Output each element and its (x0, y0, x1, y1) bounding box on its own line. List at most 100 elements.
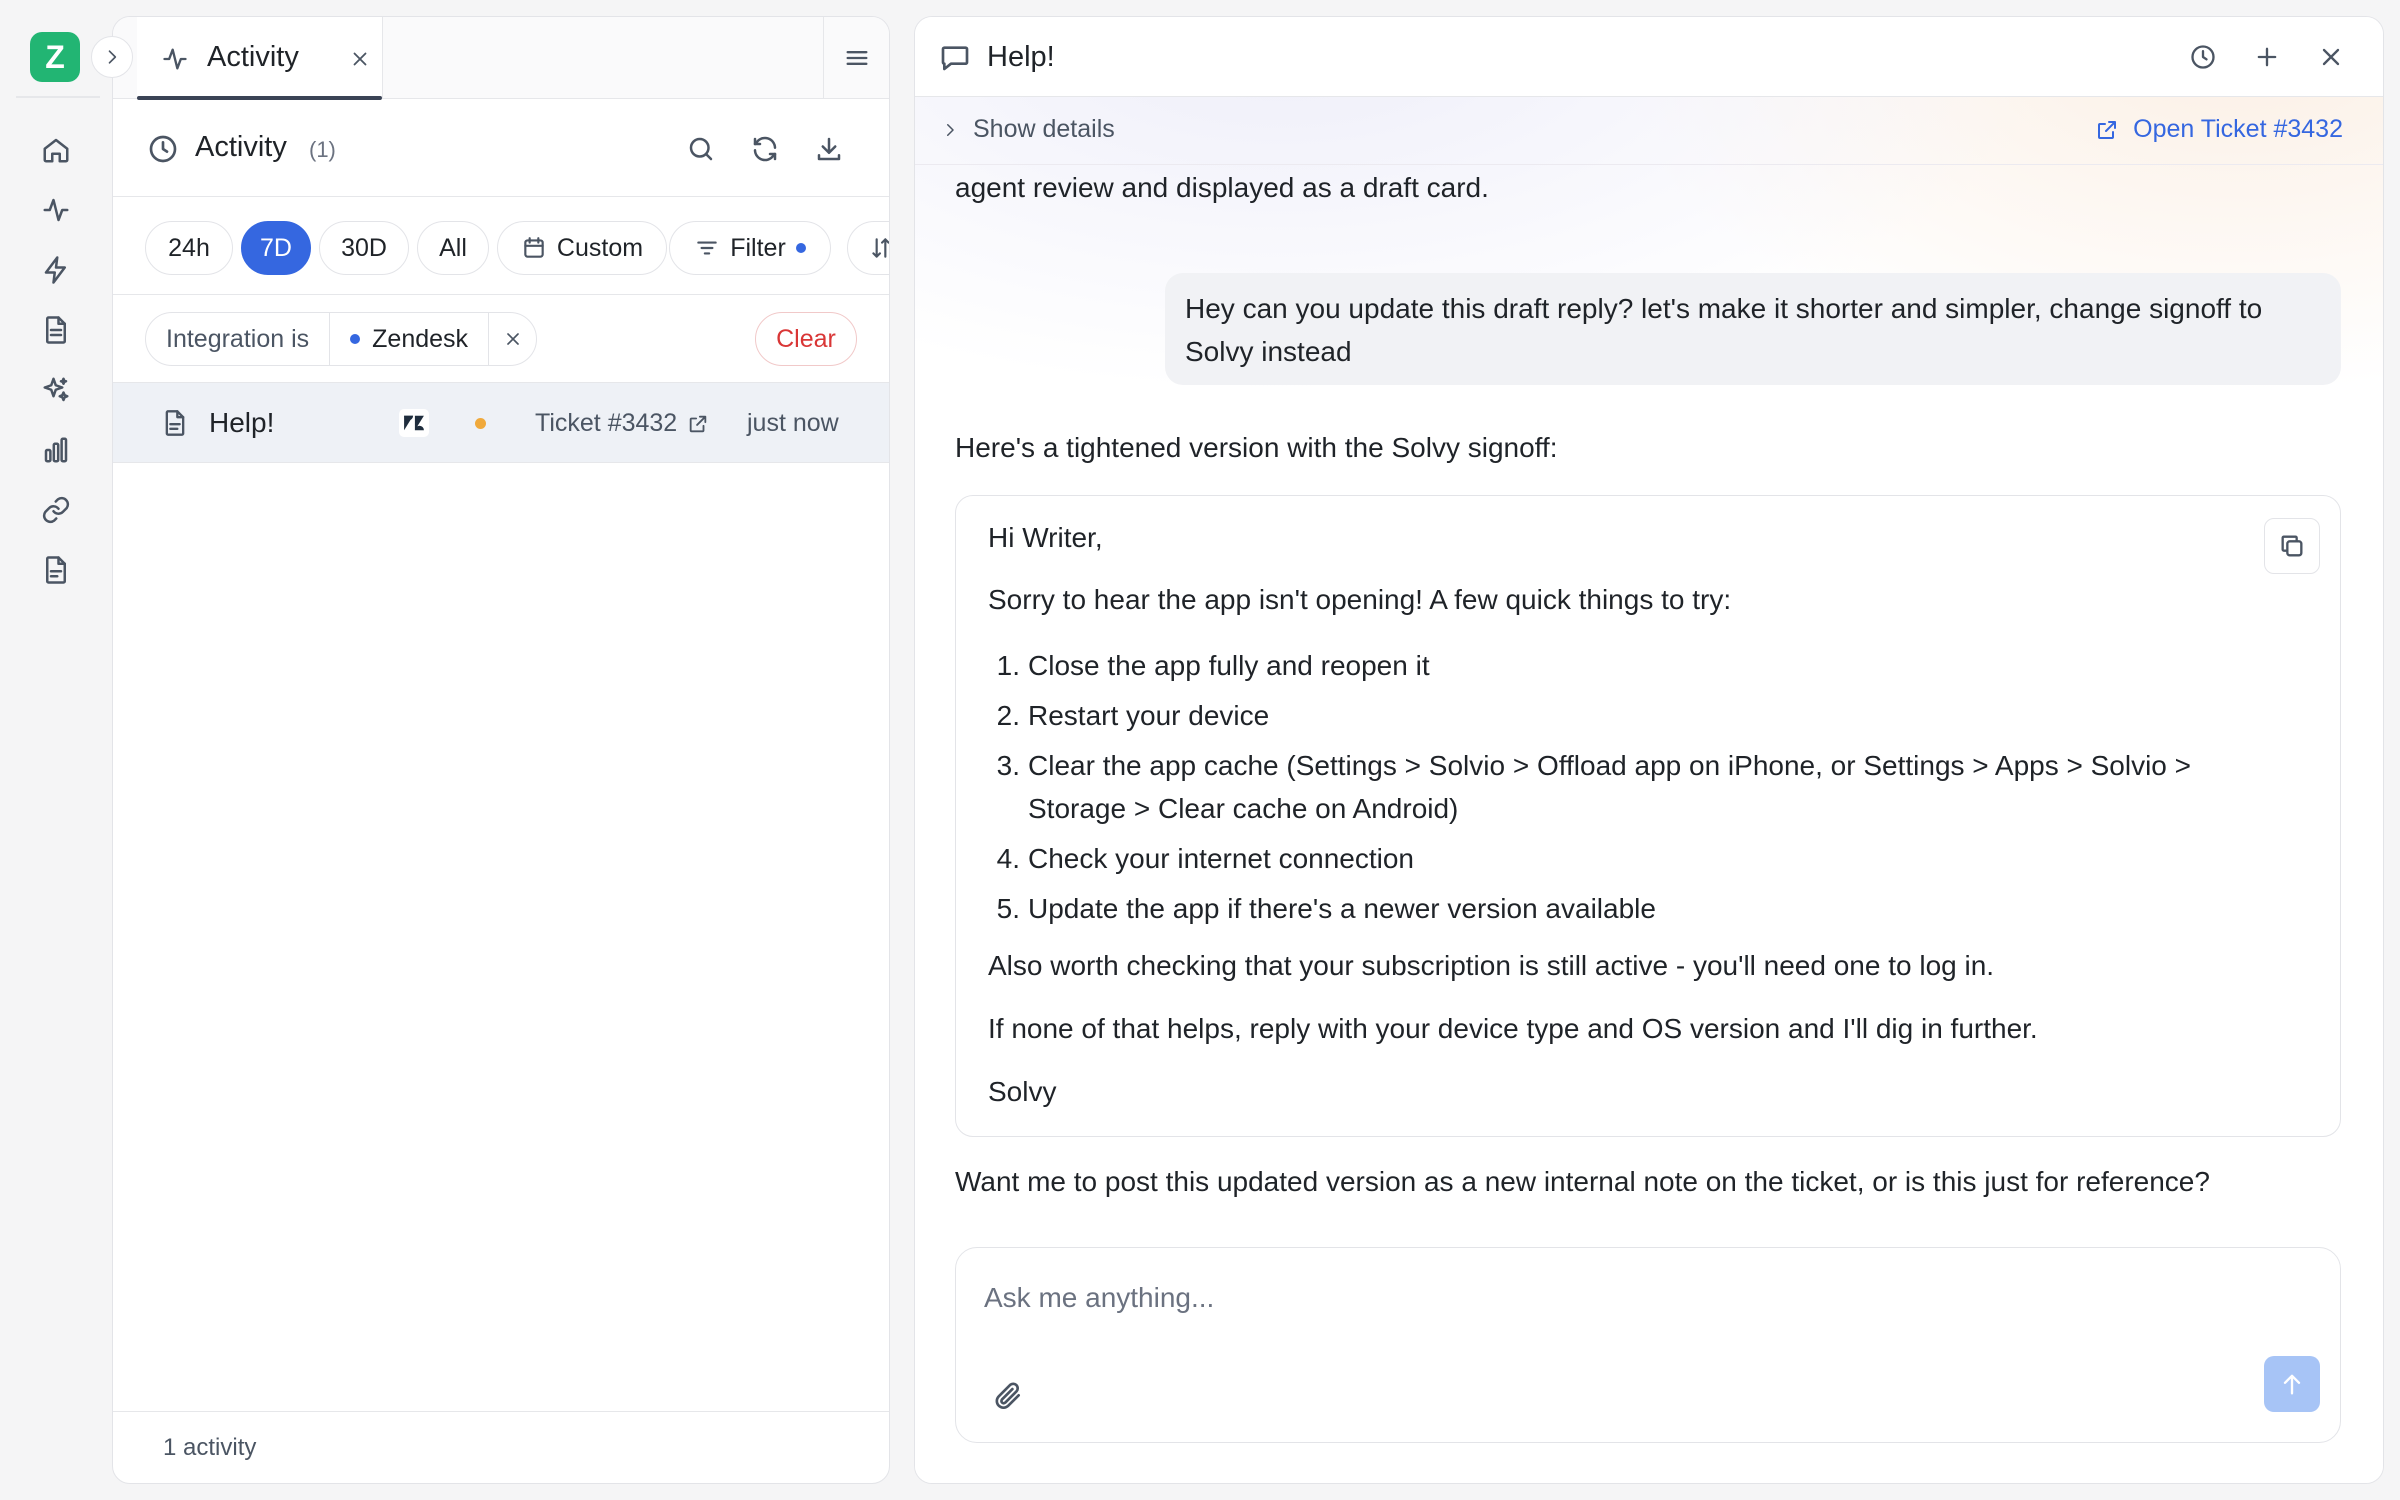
search-button[interactable] (681, 129, 721, 169)
close-tab-icon[interactable] (349, 48, 371, 70)
zendesk-dot (350, 334, 361, 344)
activity-row[interactable]: Help! Ticket #3432 just now (113, 383, 889, 463)
activity-icon (43, 198, 69, 222)
refresh-button[interactable] (745, 129, 785, 169)
filter-value-label: Zendesk (372, 324, 469, 353)
sort-icon (872, 238, 889, 258)
nav-ai[interactable] (30, 364, 82, 416)
external-link-icon (689, 415, 707, 432)
range-7d[interactable]: 7D (241, 221, 311, 275)
list-item: 3. Clear the app cache (Settings > Solvio… (988, 744, 2278, 830)
copy-icon (2281, 535, 2303, 557)
tab-activity[interactable]: Activity (137, 17, 383, 100)
activity-icon (161, 45, 189, 73)
chat-panel: Help! Show details Open Ticket #3432 age… (914, 16, 2384, 1484)
range-all[interactable]: All (417, 221, 489, 275)
nav-integrations[interactable] (30, 484, 82, 536)
list-item: 4. Check your internet connection (988, 837, 2278, 880)
filter-value[interactable]: Zendesk (330, 313, 490, 365)
filter-button[interactable]: Filter (669, 221, 831, 275)
lightning-icon (44, 256, 66, 284)
step-text: Update the app if there's a newer versio… (1028, 893, 1656, 924)
active-filters-bar: Integration is Zendesk Clear (113, 295, 889, 383)
remove-filter-icon[interactable] (489, 329, 536, 349)
refresh-icon (753, 136, 777, 162)
nav-home[interactable] (30, 124, 82, 176)
open-ticket-link[interactable]: Open Ticket #3432 (2095, 115, 2343, 144)
status-dot (475, 418, 486, 429)
activity-timestamp: just now (747, 409, 839, 437)
clear-filters-button[interactable]: Clear (755, 312, 857, 366)
ticket-label: Ticket #3432 (535, 409, 678, 437)
link-icon (42, 496, 70, 524)
step-text: Clear the app cache (Settings > Solvio >… (1028, 750, 2192, 824)
home-icon (43, 138, 69, 163)
calendar-icon (524, 237, 544, 258)
copy-button[interactable] (2264, 518, 2320, 574)
assistant-intro: Here's a tightened version with the Solv… (955, 432, 1558, 463)
expand-sidebar-button[interactable] (91, 36, 133, 78)
download-button[interactable] (809, 129, 849, 169)
chat-input[interactable] (984, 1276, 2284, 1320)
page-title: Activity (195, 131, 287, 163)
activity-footer: 1 activity (113, 1411, 889, 1483)
chat-composer (955, 1247, 2341, 1443)
clock-icon (147, 133, 179, 165)
sort-button[interactable] (847, 221, 889, 275)
draft-note: Also worth checking that your subscripti… (988, 950, 1995, 981)
bar-chart-icon (44, 437, 68, 463)
tab-bar: Activity (113, 17, 889, 100)
nav-documents[interactable] (30, 304, 82, 356)
filter-icon (697, 241, 717, 255)
step-text: Check your internet connection (1028, 843, 1414, 874)
custom-range-button[interactable]: Custom (497, 221, 667, 275)
filter-key: Integration is (146, 313, 331, 365)
panel-menu-button[interactable] (823, 17, 889, 99)
draft-opening: Sorry to hear the app isn't opening! A f… (988, 584, 1732, 615)
clock-icon (2191, 45, 2215, 69)
close-chat-button[interactable] (2311, 37, 2351, 77)
assistant-message-tail: agent review and displayed as a draft ca… (955, 172, 1489, 203)
chevron-right-icon (947, 123, 954, 136)
ticket-link[interactable]: Ticket #3432 (535, 409, 709, 438)
history-button[interactable] (2183, 37, 2223, 77)
close-icon (2322, 48, 2340, 66)
nav-activity[interactable] (30, 184, 82, 236)
assistant-question: Want me to post this updated version as … (955, 1166, 2210, 1197)
new-chat-button[interactable] (2247, 37, 2287, 77)
workspace-avatar[interactable]: Z (30, 32, 80, 82)
chat-title: Help! (987, 41, 1055, 73)
draft-steps-list: 1. Close the app fully and reopen it 2. Re… (988, 644, 2278, 937)
footer-count: 1 activity (163, 1434, 257, 1461)
draft-greeting: Hi Writer, (988, 522, 1103, 553)
draft-reply-card: Hi Writer, Sorry to hear the app isn't o… (955, 495, 2341, 1137)
chat-header: Help! (915, 17, 2383, 97)
attach-button[interactable] (992, 1380, 1024, 1412)
nav-reports[interactable] (30, 544, 82, 596)
user-message: Hey can you update this draft reply? let… (1165, 273, 2341, 385)
send-button[interactable] (2264, 1356, 2320, 1412)
external-link-icon (2098, 120, 2117, 139)
filter-active-dot (795, 243, 806, 253)
zendesk-logo-icon (399, 409, 429, 437)
activity-count: (1) (309, 137, 336, 162)
list-item: 2. Restart your device (988, 694, 2278, 737)
document-icon (46, 316, 66, 344)
document-icon (161, 409, 189, 437)
time-range-bar: 24h 7D 30D All Custom Filter (113, 197, 889, 295)
download-icon (817, 137, 841, 161)
show-details-toggle[interactable]: Show details (941, 115, 1115, 144)
list-item: 5. Update the app if there's a newer vers… (988, 887, 2278, 930)
nav-automations[interactable] (30, 244, 82, 296)
range-24h[interactable]: 24h (145, 221, 233, 275)
nav-analytics[interactable] (30, 424, 82, 476)
plus-icon (2257, 47, 2277, 67)
step-text: Restart your device (1028, 700, 1270, 731)
activity-header: Activity (1) (113, 99, 889, 197)
rail-divider (16, 96, 100, 98)
show-details-label: Show details (973, 115, 1115, 143)
range-30d[interactable]: 30D (319, 221, 409, 275)
draft-signoff: Solvy (988, 1076, 1057, 1107)
activity-panel: Activity Activity (1) 24h 7D 30D All Cus… (112, 16, 890, 1484)
filter-chip-integration[interactable]: Integration is Zendesk (145, 312, 537, 366)
